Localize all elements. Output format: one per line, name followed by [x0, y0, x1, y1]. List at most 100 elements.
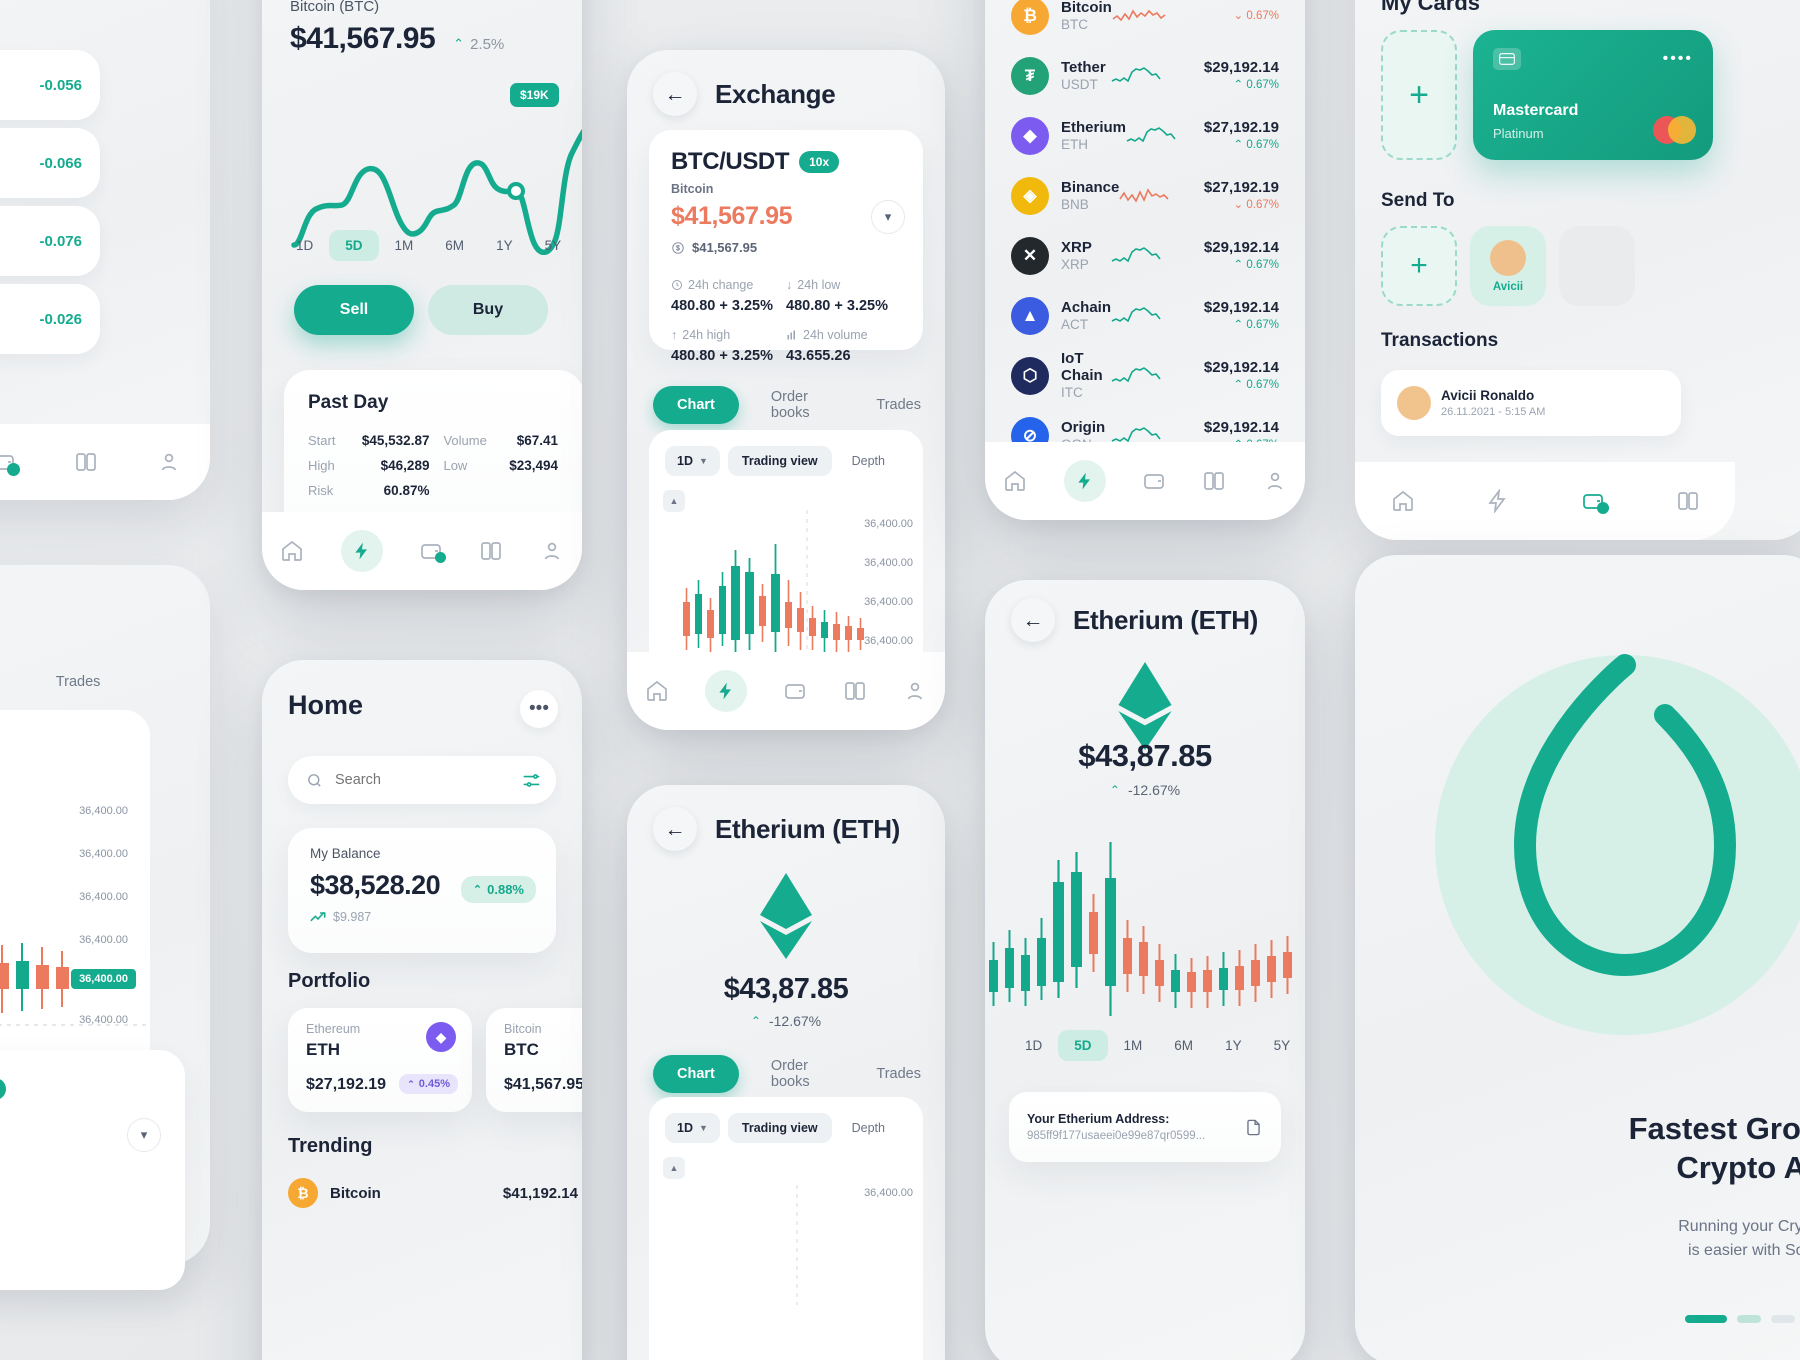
mode-depth[interactable]: Depth	[840, 446, 897, 476]
mode-depth[interactable]: Depth	[0, 732, 7, 765]
back-button[interactable]: ←	[653, 807, 697, 851]
list-item[interactable]: ⬡ IoT Chain ITC $29,192.14 ⌃ 0.67%	[985, 346, 1305, 406]
nav-exchange-icon[interactable]	[1676, 489, 1700, 513]
bottom-nav[interactable]	[985, 442, 1305, 520]
range-5d[interactable]: 5D	[329, 230, 379, 261]
search-bar[interactable]	[288, 756, 556, 804]
nav-profile-icon[interactable]	[157, 450, 181, 474]
bottom-nav[interactable]	[262, 512, 582, 590]
copy-icon[interactable]	[1244, 1118, 1263, 1137]
chart-mode-switch[interactable]: Trading view Depth	[0, 732, 7, 765]
bottom-nav[interactable]	[0, 424, 210, 500]
home-menu-button[interactable]: •••	[520, 690, 558, 728]
add-contact-button[interactable]: +	[1381, 226, 1457, 306]
bottom-nav[interactable]	[1355, 462, 1735, 540]
list-item[interactable]: ▲ Achain ACT $29,192.14 ⌃ 0.67%	[985, 286, 1305, 346]
nav-exchange-icon[interactable]	[74, 450, 98, 474]
list-item[interactable]: ₮ Tether USDT $29,192.14 ⌃ 0.67%	[985, 46, 1305, 106]
credit-card[interactable]: •••• Mastercard Platinum	[1473, 30, 1713, 160]
range-5d[interactable]: 5D	[1058, 1030, 1108, 1061]
tab-order-books[interactable]: Order books	[747, 1047, 845, 1101]
tab-chart[interactable]: Chart	[653, 1055, 739, 1093]
table-row: High $46,289 Low $23,494	[308, 453, 558, 478]
list-item[interactable]: ✕ XRP XRP $29,192.14 ⌃ 0.67%	[985, 226, 1305, 286]
nav-activity-button[interactable]	[705, 670, 747, 712]
tab-trades[interactable]: Trades	[852, 386, 945, 424]
transaction-row[interactable]: Avicii Ronaldo 26.11.2021 - 5:15 AM	[1381, 370, 1681, 436]
portfolio-card-eth[interactable]: Ethereum ETH ◆ $27,192.19 ⌃ 0.45%	[288, 1008, 472, 1112]
nav-home-icon[interactable]	[280, 539, 304, 563]
nav-wallet-icon[interactable]	[1142, 469, 1166, 493]
back-button[interactable]: ←	[653, 72, 697, 116]
trending-row[interactable]: ₿ Bitcoin $41,192.14	[288, 1178, 578, 1208]
range-1m[interactable]: 1M	[1108, 1030, 1159, 1061]
nav-activity-button[interactable]	[340, 530, 383, 572]
filter-icon[interactable]	[522, 771, 541, 790]
buy-button[interactable]: Buy	[428, 285, 548, 335]
tab-order-books[interactable]: Order books	[747, 378, 845, 432]
range-5y[interactable]: 5Y	[529, 230, 578, 261]
tab-trades[interactable]: Trades	[852, 1055, 945, 1093]
nav-exchange-icon[interactable]	[1202, 469, 1226, 493]
exchange-tabs[interactable]: Chart Order books Trades	[653, 378, 945, 432]
expand-button[interactable]: ▾	[871, 200, 905, 234]
nav-wallet-icon[interactable]	[783, 679, 807, 703]
interval-selector[interactable]: 1D ▼	[665, 446, 720, 476]
nav-activity-button[interactable]	[1063, 460, 1106, 502]
range-6m[interactable]: 6M	[1158, 1030, 1209, 1061]
nav-activity-icon[interactable]	[1486, 489, 1510, 513]
search-input[interactable]	[335, 772, 522, 788]
range-6m[interactable]: 6M	[429, 230, 480, 261]
nav-profile-icon[interactable]	[903, 679, 927, 703]
nav-exchange-icon[interactable]	[479, 539, 503, 563]
back-button[interactable]: ←	[1011, 598, 1055, 642]
expand-button[interactable]: ▾	[127, 1118, 161, 1152]
nav-home-icon[interactable]	[1003, 469, 1027, 493]
collapse-toggle[interactable]: ▲	[663, 490, 685, 512]
transaction-row[interactable]: a Horaan .2021 - 1:13 PM -0.026	[0, 284, 100, 354]
range-5y[interactable]: 5Y	[1258, 1030, 1305, 1061]
mode-trading-view[interactable]: Trading view	[727, 1113, 832, 1143]
collapse-toggle[interactable]: ▲	[663, 1157, 685, 1179]
transaction-row[interactable]: cii Ronaldo .2021 - 5:15 AM -0.056	[0, 50, 100, 120]
nav-profile-icon[interactable]	[1263, 469, 1287, 493]
nav-wallet-icon[interactable]	[0, 450, 20, 476]
transaction-row[interactable]: am Holland .2021 - 4:35 AM -0.076	[0, 206, 100, 276]
mode-depth[interactable]: Depth	[840, 1113, 897, 1143]
dot[interactable]	[1737, 1315, 1761, 1323]
portfolio-card-btc[interactable]: Bitcoin BTC $41,567.95	[486, 1008, 582, 1112]
sell-button[interactable]: Sell	[294, 285, 414, 335]
range-1d[interactable]: 1D	[1009, 1030, 1058, 1061]
tab-chart[interactable]: Chart	[653, 386, 739, 424]
range-1m[interactable]: 1M	[379, 230, 430, 261]
add-card-button[interactable]: +	[1381, 30, 1457, 160]
nav-home-icon[interactable]	[1391, 489, 1415, 513]
dot[interactable]	[1771, 1315, 1795, 1323]
tab-trades[interactable]: Trades	[32, 663, 125, 701]
contact-avicii[interactable]: Avicii	[1470, 226, 1546, 306]
onboarding-subtitle: Running your Crypto is easier with Socia	[1395, 1215, 1800, 1263]
list-item[interactable]: ◈ Binance BNB $27,192.19 ⌄ 0.67%	[985, 166, 1305, 226]
nav-home-icon[interactable]	[645, 679, 669, 703]
contact-next[interactable]	[1559, 226, 1635, 306]
dot-active[interactable]	[1685, 1315, 1727, 1323]
btc-range-selector[interactable]: 1D 5D 1M 6M 1Y 5Y	[280, 230, 570, 261]
transaction-row[interactable]: a Horaan .2021 - 2:15 PM -0.066	[0, 128, 100, 198]
eth-range-selector[interactable]: 1D 5D 1M 6M 1Y 5Y	[1009, 1030, 1290, 1061]
bottom-nav[interactable]	[627, 652, 945, 730]
list-item[interactable]: ◆ Etherium ETH $27,192.19 ⌃ 0.67%	[985, 106, 1305, 166]
pagination-dots[interactable]	[1685, 1315, 1795, 1323]
exchange-left-tabs[interactable]: Order books Trades	[0, 663, 124, 701]
tab-order-books[interactable]: Order books	[0, 663, 24, 701]
range-1y[interactable]: 1Y	[1209, 1030, 1258, 1061]
interval-selector[interactable]: 1D ▼	[665, 1113, 720, 1143]
mode-trading-view[interactable]: Trading view	[727, 446, 832, 476]
nav-wallet-icon[interactable]	[419, 539, 446, 563]
nav-exchange-icon[interactable]	[843, 679, 867, 703]
eth-small-tabs[interactable]: Chart Order books Trades	[653, 1047, 945, 1101]
range-1y[interactable]: 1Y	[480, 230, 529, 261]
list-item[interactable]: ₿ Bitcoin BTC ⌄ 0.67%	[985, 0, 1305, 46]
nav-profile-icon[interactable]	[540, 539, 564, 563]
range-1d[interactable]: 1D	[280, 230, 329, 261]
nav-wallet-icon[interactable]	[1581, 489, 1609, 514]
